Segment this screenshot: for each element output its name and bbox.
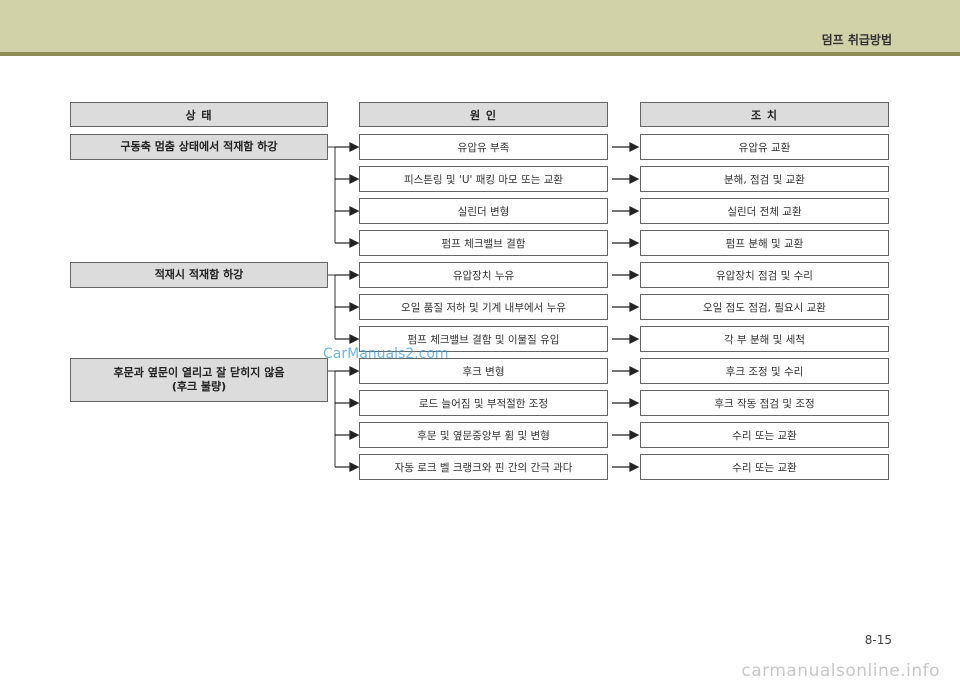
arrow-icon bbox=[612, 302, 640, 312]
arrow-icon bbox=[335, 334, 360, 344]
arrow-icon bbox=[335, 174, 360, 184]
arrow-icon bbox=[612, 366, 640, 376]
arrow-icon bbox=[335, 430, 360, 440]
page-number: 8-15 bbox=[864, 633, 892, 647]
arrow-icon bbox=[612, 142, 640, 152]
arrow-icon bbox=[335, 398, 360, 408]
arrow-group bbox=[335, 142, 640, 472]
watermark-text: CarManuals2.com bbox=[323, 346, 449, 362]
footer-watermark: carmanualsonline.info bbox=[741, 661, 940, 681]
arrow-icon bbox=[335, 238, 360, 248]
arrow-icon bbox=[612, 334, 640, 344]
arrow-icon bbox=[612, 430, 640, 440]
arrow-icon bbox=[612, 270, 640, 280]
arrow-icon bbox=[612, 398, 640, 408]
arrow-icon bbox=[612, 206, 640, 216]
arrow-icon bbox=[335, 142, 360, 152]
arrow-icon bbox=[335, 270, 360, 280]
arrow-icon bbox=[335, 462, 360, 472]
arrow-icon bbox=[335, 206, 360, 216]
arrow-icon bbox=[612, 238, 640, 248]
flow-connectors bbox=[328, 142, 640, 472]
arrow-icon bbox=[612, 462, 640, 472]
arrow-icon bbox=[335, 302, 360, 312]
arrow-icon bbox=[335, 366, 360, 376]
arrow-icon bbox=[612, 174, 640, 184]
